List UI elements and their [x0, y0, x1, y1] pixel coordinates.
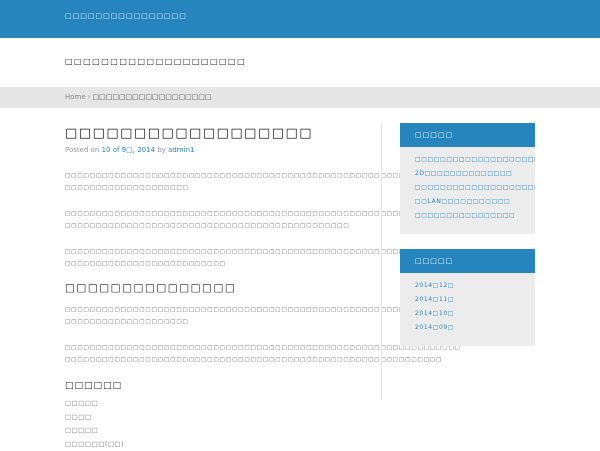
post-content: □□□□□□□□□□□□□□□□□□ Posted on 10 of 9□, 2… [65, 125, 355, 451]
paragraph: □□□□□□□□□□□□□□□□□□□□□□□□□□□□□□□□□□□□□□□□… [65, 246, 355, 270]
list-item: □□□□□ [65, 397, 355, 411]
paragraph-line: □□□□□□□□□□□□□□□□□□□□□□□□□□□□□□□□□□□□□□□□… [65, 208, 355, 220]
top-bar: □□□□□□□□□□□□□□□□ [0, 0, 600, 38]
paragraph-line: □□□□□□□□□□□□□□□□□□□□□□□□□□□□□□□□□□□□□□□□… [65, 246, 355, 258]
archive-link[interactable]: 2014□10□ [415, 307, 535, 321]
paragraph-line: □□□□□□□□□□□□□□□□□□□□ [65, 182, 355, 194]
paragraph: □□□□□□□□□□□□□□□□□□□□□□□□□□□□□□□□□□□□□□□□… [65, 342, 355, 366]
subsection-heading: □□□□□□ [65, 379, 355, 393]
paragraph-line: □□□□□□□□□□□□□□□□□□□□□□□□□□□□□□□□□□□□□□□□… [65, 354, 355, 366]
archive-link[interactable]: 2014□12□ [415, 279, 535, 293]
list-item: □□□□ [65, 411, 355, 425]
meta-by: by [157, 146, 166, 154]
recent-posts-widget: □□□□□ □□□□□□□□□□□□□□□□□□□□□ 2D□□□□□□□□□□… [400, 123, 535, 234]
post-meta: Posted on 10 of 9□, 2014 by admin1 [65, 145, 355, 155]
breadcrumb: Home›□□□□□□□□□□□□□□□□□□ [0, 87, 600, 108]
widget-title: □□□□□ [400, 123, 535, 147]
paragraph-line: □□□□□□□□□□□□□□□□□□□□□□□□□□ [65, 258, 355, 270]
paragraph-line: □□□□□□□□□□□□□□□□□□□□□□□□□□□□□□□□□□□□□□□□… [65, 304, 355, 316]
list-item: □□□□□□(□□) [65, 438, 355, 451]
widget-title: □□□□□ [400, 249, 535, 273]
archive-link[interactable]: 2014□09□ [415, 321, 535, 335]
paragraph: □□□□□□□□□□□□□□□□□□□□□□□□□□□□□□□□□□□□□□□□… [65, 304, 355, 328]
breadcrumb-separator: › [88, 93, 91, 101]
site-title[interactable]: □□□□□□□□□□□□□□□□□□□□ [65, 57, 246, 66]
paragraph-line: □□□□□□□□□□□□□□□□□□□□□□□□□□□□□□□□□□□□□□□□… [65, 220, 355, 232]
site-header: □□□□□□□□□□□□□□□□□□□□ [0, 38, 600, 87]
recent-post-link[interactable]: □□□□□□□□□□□□□□□□□□□□□ [415, 153, 535, 167]
archives-widget: □□□□□ 2014□12□ 2014□11□ 2014□10□ 2014□09… [400, 249, 535, 346]
breadcrumb-current: □□□□□□□□□□□□□□□□□□ [92, 93, 211, 101]
archive-link[interactable]: 2014□11□ [415, 293, 535, 307]
list-item: □□□□□ [65, 424, 355, 438]
paragraph-line: □□□□□□□□□□□□□□□□□□□□□□□□□□□□□□□□□□□□□□□□… [65, 342, 355, 354]
recent-post-link[interactable]: □□LAN□□□□□□□□□□□ [415, 195, 535, 209]
paragraph-line: □□□□□□□□□□□□□□□□□□□□ [65, 316, 355, 328]
content-divider [381, 123, 382, 400]
paragraph: □□□□□□□□□□□□□□□□□□□□□□□□□□□□□□□□□□□□□□□□… [65, 170, 355, 194]
site-name-link[interactable]: □□□□□□□□□□□□□□□□ [65, 12, 187, 20]
recent-post-link[interactable]: □□□□□□□□□□□□□□□□□□□□□□□□□□□ [415, 181, 535, 195]
section-heading: □□□□□□□□□□□□□□□ [65, 280, 355, 296]
recent-post-link[interactable]: □□□□□□□□□□□□□□□□ [415, 209, 535, 223]
item-list: □□□□□ □□□□ □□□□□ □□□□□□(□□) [65, 397, 355, 451]
meta-prefix: Posted on [65, 146, 99, 154]
post-author-link[interactable]: admin1 [168, 146, 194, 154]
breadcrumb-home-link[interactable]: Home [65, 93, 86, 101]
paragraph: □□□□□□□□□□□□□□□□□□□□□□□□□□□□□□□□□□□□□□□□… [65, 208, 355, 232]
post-date-link[interactable]: 10 of 9□, 2014 [102, 146, 155, 154]
post-title: □□□□□□□□□□□□□□□□□□ [65, 125, 355, 143]
paragraph-line: □□□□□□□□□□□□□□□□□□□□□□□□□□□□□□□□□□□□□□□□… [65, 170, 355, 182]
recent-post-link[interactable]: 2D□□□□□□□□□□□□□□ [415, 167, 535, 181]
